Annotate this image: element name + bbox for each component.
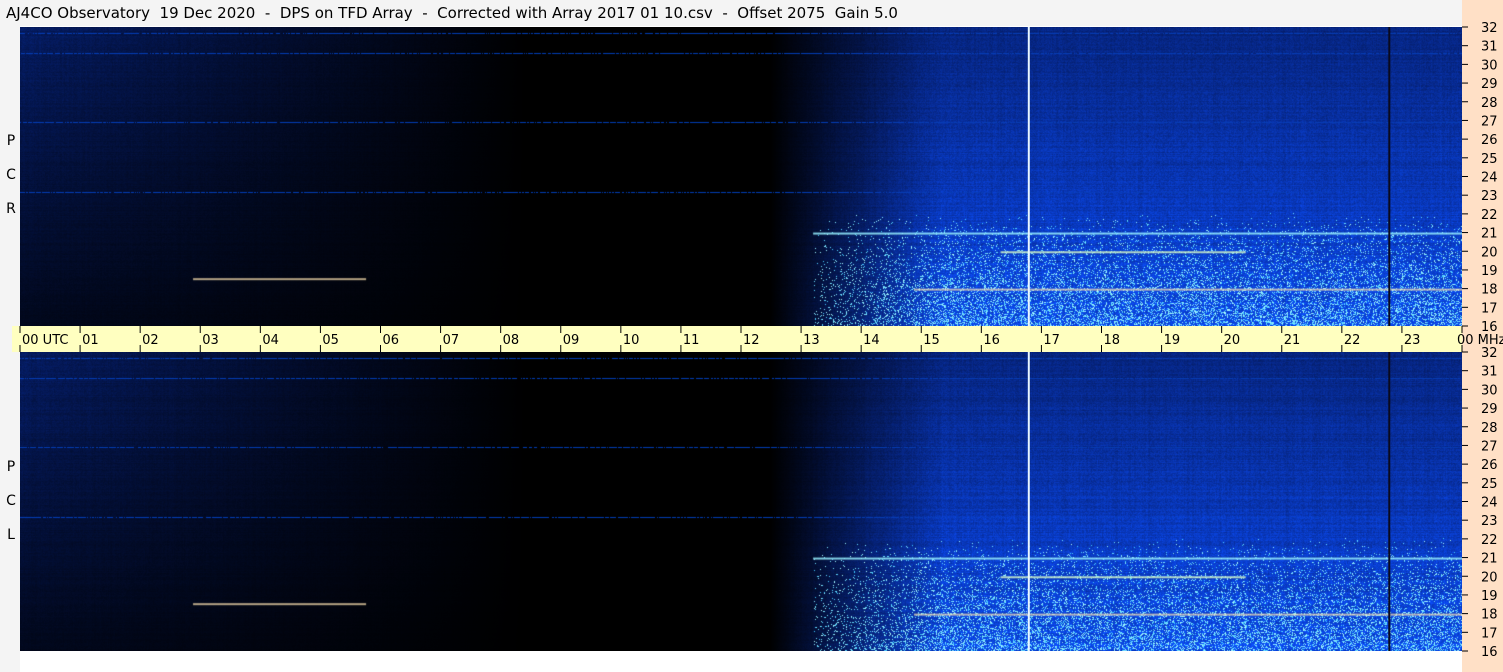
utc-tick-label: 21: [1284, 333, 1301, 348]
utc-tick-label: 23: [1404, 333, 1421, 348]
utc-tick-label: 13: [803, 333, 820, 348]
utc-tick-label: 04: [262, 333, 279, 348]
frequency-tick-label: 17: [1481, 301, 1498, 316]
utc-tick-label: 14: [863, 333, 880, 348]
utc-tick-label: 11: [683, 333, 700, 348]
utc-tick-label: 05: [322, 333, 339, 348]
frequency-tick-label: 20: [1481, 570, 1498, 585]
utc-tick-label: 22: [1344, 333, 1361, 348]
utc-tick-group: 00 UTC 01 02 03 04 05 06 07 08 09 10 11 12 13 14 15 16 17…: [19, 326, 1503, 352]
frequency-tick-label: 16: [1481, 645, 1498, 660]
utc-tick-label: 16: [983, 333, 1000, 348]
rcp-frequency-tick-group: 32 31 30 29 28 27 26 25 24 23 22 21 20 19 18 17 16: [1462, 21, 1498, 335]
chart-axes-overlay: 00 UTC 01 02 03 04 05 06 07 08 09 10 11 12 13 14 15 16 17…: [19, 21, 1503, 660]
frequency-tick-label: 18: [1481, 608, 1498, 623]
frequency-tick-label: 22: [1481, 533, 1498, 548]
frequency-tick-label: 19: [1481, 589, 1498, 604]
utc-tick-label: 18: [1104, 333, 1121, 348]
frequency-tick-label: 24: [1481, 171, 1498, 186]
frequency-tick-label: 25: [1481, 152, 1498, 167]
frequency-tick-label: 16: [1481, 320, 1498, 335]
frequency-tick-label: 23: [1481, 514, 1498, 529]
frequency-tick-label: 30: [1481, 383, 1498, 398]
utc-tick-label: 00 UTC: [22, 333, 68, 348]
utc-tick-label: 03: [202, 333, 219, 348]
frequency-tick-label: 26: [1481, 458, 1498, 473]
utc-tick-label: 06: [383, 333, 400, 348]
utc-tick-label: 17: [1043, 333, 1060, 348]
utc-tick-label: 02: [142, 333, 159, 348]
frequency-tick-label: 31: [1481, 365, 1498, 380]
frequency-tick-label: 18: [1481, 283, 1498, 298]
frequency-tick-label: 29: [1481, 402, 1498, 417]
frequency-tick-label: 23: [1481, 189, 1498, 204]
frequency-tick-label: 21: [1481, 552, 1498, 567]
frequency-tick-label: 26: [1481, 133, 1498, 148]
frequency-tick-label: 32: [1481, 21, 1498, 36]
frequency-tick-label: 28: [1481, 421, 1498, 436]
frequency-tick-label: 28: [1481, 96, 1498, 111]
frequency-tick-label: 32: [1481, 346, 1498, 361]
utc-tick-label: 09: [563, 333, 580, 348]
time-marker-group: [1027, 27, 1391, 651]
utc-tick-label: 12: [743, 333, 760, 348]
frequency-tick-label: 27: [1481, 439, 1498, 454]
utc-tick-label: 19: [1164, 333, 1181, 348]
frequency-tick-label: 27: [1481, 114, 1498, 129]
utc-tick-label: 08: [503, 333, 520, 348]
frequency-tick-label: 25: [1481, 477, 1498, 492]
frequency-tick-label: 24: [1481, 496, 1498, 511]
frequency-tick-label: 21: [1481, 227, 1498, 242]
frequency-tick-label: 31: [1481, 40, 1498, 55]
lcp-frequency-tick-group: 32 31 30 29 28 27 26 25 24 23 22 21 20 19 18 17 16: [1462, 346, 1498, 660]
utc-tick-label: 10: [623, 333, 640, 348]
utc-tick-label: 15: [923, 333, 940, 348]
frequency-tick-label: 22: [1481, 208, 1498, 223]
frequency-tick-label: 20: [1481, 245, 1498, 260]
frequency-tick-label: 17: [1481, 626, 1498, 641]
frequency-tick-label: 29: [1481, 77, 1498, 92]
utc-tick-label: 01: [82, 333, 99, 348]
utc-tick-label: 07: [443, 333, 460, 348]
frequency-tick-label: 19: [1481, 264, 1498, 279]
utc-tick-label: 20: [1224, 333, 1241, 348]
frequency-tick-label: 30: [1481, 58, 1498, 73]
